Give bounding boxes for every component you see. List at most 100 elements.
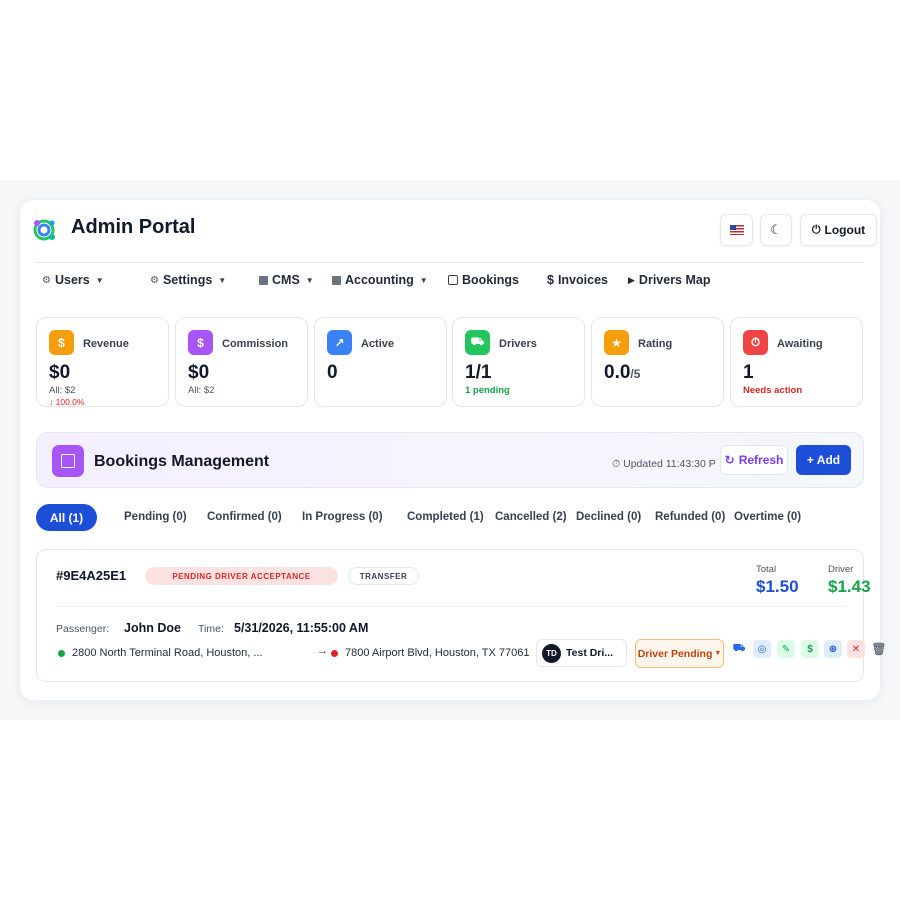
- driver-status-dropdown[interactable]: Driver Pending ▼: [635, 639, 724, 668]
- close-icon[interactable]: ✕: [847, 640, 865, 658]
- nav-label: Bookings: [462, 273, 519, 287]
- nav-bookings[interactable]: Bookings: [448, 273, 519, 287]
- pickup-dot-icon: [58, 650, 65, 657]
- stat-value: 1/1: [465, 362, 492, 383]
- bookings-icon: [52, 445, 84, 477]
- eye-icon[interactable]: ◎: [753, 640, 771, 658]
- stat-label: Revenue: [83, 338, 129, 350]
- stat-sub: 1 pending: [465, 385, 510, 396]
- refresh-button[interactable]: ↻ Refresh: [720, 445, 788, 475]
- tab-cancelled[interactable]: Cancelled (2): [495, 511, 567, 523]
- stat-rating: ★ Rating 0.0/5: [591, 317, 724, 407]
- dropoff-address: 7800 Airport Blvd, Houston, TX 77061: [345, 647, 530, 659]
- gear-icon: ⚙: [150, 274, 159, 286]
- stat-value: $0: [188, 362, 210, 383]
- time-label: Time:: [198, 623, 224, 635]
- gear-icon: ⚙: [42, 274, 51, 286]
- square-icon: [332, 275, 341, 285]
- page-title: Admin Portal: [71, 216, 196, 238]
- tab-confirmed[interactable]: Confirmed (0): [207, 511, 282, 523]
- logout-label: Logout: [824, 223, 866, 237]
- edit-icon[interactable]: ✎: [777, 640, 795, 658]
- pickup-address: 2800 North Terminal Road, Houston, ...: [72, 647, 263, 659]
- language-button[interactable]: [720, 214, 753, 246]
- nav-settings[interactable]: ⚙ Settings ▼: [150, 273, 226, 287]
- nav-drivers-map[interactable]: ▶ Drivers Map: [628, 273, 710, 287]
- section-title: Bookings Management: [94, 453, 270, 470]
- caret-down-icon: ▼: [95, 275, 104, 285]
- caret-down-icon: ▼: [218, 275, 227, 285]
- stat-value: $0: [49, 362, 71, 383]
- rating-value: 0.0: [604, 362, 631, 383]
- tab-overtime[interactable]: Overtime (0): [734, 511, 801, 523]
- stat-drivers: ⛟ Drivers 1/1 1 pending: [452, 317, 585, 407]
- truck-icon[interactable]: ⛟: [730, 640, 748, 658]
- nav-label: CMS: [272, 273, 300, 287]
- clock-icon: ⏱: [743, 330, 768, 355]
- passenger-label: Passenger:: [56, 623, 110, 635]
- theme-toggle-button[interactable]: ☾: [760, 214, 792, 246]
- stat-sub: Needs action: [743, 385, 803, 396]
- updated-timestamp: ⏱ Updated 11:43:30 P: [612, 458, 716, 470]
- star-icon: ★: [604, 330, 629, 355]
- dropoff-dot-icon: [331, 650, 338, 657]
- arrow-up-icon: ↗: [327, 330, 352, 355]
- app-logo-icon: [33, 219, 55, 241]
- nav-users[interactable]: ⚙ Users ▼: [42, 273, 104, 287]
- nav-accounting[interactable]: Accounting ▼: [332, 273, 428, 287]
- nav-label: Users: [54, 273, 90, 287]
- refresh-label: Refresh: [738, 453, 784, 467]
- trash-icon[interactable]: 🗑: [870, 640, 888, 658]
- type-badge: TRANSFER: [348, 567, 419, 585]
- nav-label: Accounting: [345, 273, 414, 287]
- status-badge: PENDING DRIVER ACCEPTANCE: [145, 567, 338, 585]
- booking-divider: [56, 606, 846, 607]
- dollar-icon: $: [547, 273, 554, 287]
- dollar-icon: $: [49, 330, 74, 355]
- truck-icon: ⛟: [465, 330, 490, 355]
- stat-active: ↗ Active 0: [314, 317, 447, 407]
- driver-name: Test Dri...: [566, 647, 614, 659]
- add-booking-button[interactable]: + Add: [796, 445, 851, 475]
- stat-revenue: $ Revenue $0 All: $2 ↓ 100.0%: [36, 317, 169, 407]
- nav-label: Drivers Map: [638, 273, 711, 287]
- stat-label: Commission: [222, 338, 289, 350]
- checkbox-icon: [448, 275, 458, 285]
- us-flag-icon: [729, 225, 744, 235]
- tab-pending[interactable]: Pending (0): [124, 511, 187, 523]
- square-icon: [259, 275, 268, 285]
- total-label: Total: [756, 564, 777, 575]
- nav-invoices[interactable]: $ Invoices: [547, 273, 608, 287]
- stat-label: Active: [361, 338, 395, 350]
- stat-label: Awaiting: [777, 338, 823, 350]
- caret-down-icon: ▼: [714, 650, 722, 657]
- total-amount: $1.50: [756, 577, 799, 596]
- dollar-icon: $: [188, 330, 213, 355]
- stat-awaiting: ⏱ Awaiting 1 Needs action: [730, 317, 863, 407]
- booking-time: 5/31/2026, 11:55:00 AM: [234, 621, 369, 635]
- caret-down-icon: ▼: [419, 275, 428, 285]
- stat-change: ↓ 100.0%: [49, 397, 85, 407]
- stat-label: Rating: [638, 338, 673, 350]
- dollar-icon[interactable]: $: [801, 640, 819, 658]
- header-divider: [36, 262, 864, 263]
- tab-completed[interactable]: Completed (1): [407, 511, 484, 523]
- nav-label: Settings: [162, 273, 213, 287]
- logout-button[interactable]: ⏻ Logout: [800, 214, 877, 246]
- stat-label: Drivers: [499, 338, 537, 350]
- refresh-icon: ↻: [724, 453, 735, 467]
- tab-all[interactable]: All (1): [36, 504, 97, 531]
- stat-value: 0.0/5: [604, 362, 640, 384]
- tab-declined[interactable]: Declined (0): [576, 511, 641, 523]
- updated-text: Updated 11:43:30 P: [623, 458, 716, 470]
- target-icon[interactable]: ⊕: [824, 640, 842, 658]
- stat-value: 0: [327, 362, 338, 383]
- assigned-driver-button[interactable]: TD Test Dri...: [536, 639, 627, 667]
- power-icon: ⏻: [811, 223, 821, 236]
- nav-cms[interactable]: CMS ▼: [259, 273, 314, 287]
- driver-amount: $1.43: [828, 577, 871, 596]
- tab-refunded[interactable]: Refunded (0): [655, 511, 725, 523]
- arrow-right-icon: →: [317, 645, 328, 657]
- play-icon: ▶: [628, 274, 635, 285]
- tab-in-progress[interactable]: In Progress (0): [302, 511, 383, 523]
